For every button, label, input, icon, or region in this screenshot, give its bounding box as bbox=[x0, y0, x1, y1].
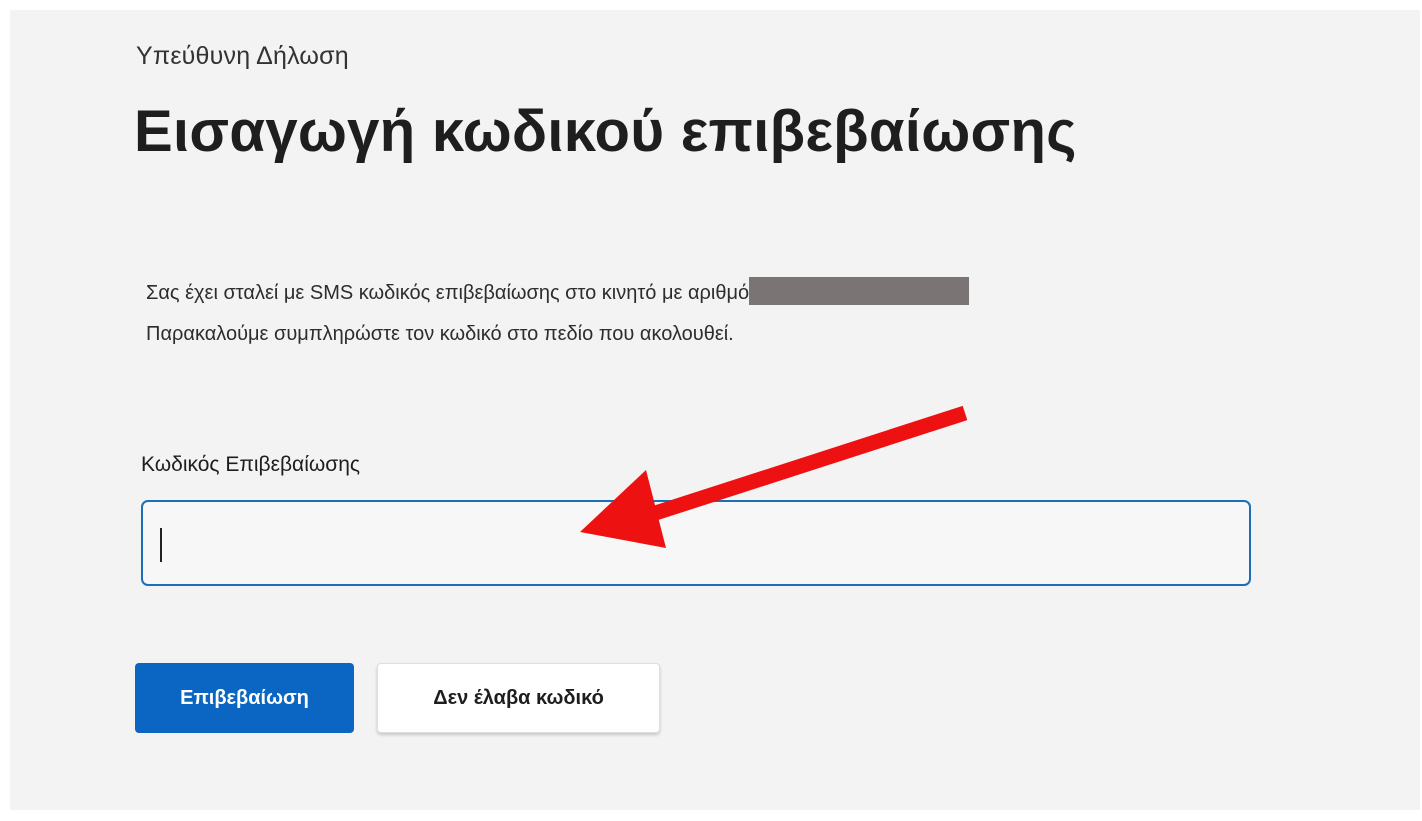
redacted-phone-number bbox=[749, 277, 970, 305]
instructions-line-2: Παρακαλούμε συμπληρώστε τον κωδικό στο π… bbox=[146, 323, 734, 345]
verification-code-input[interactable] bbox=[141, 500, 1251, 586]
code-field-label: Κωδικός Επιβεβαίωσης bbox=[141, 453, 361, 476]
confirm-button[interactable]: Επιβεβαίωση bbox=[135, 663, 354, 733]
service-caption: Υπεύθυνη Δήλωση bbox=[136, 42, 349, 70]
instructions-line-1: Σας έχει σταλεί με SMS κωδικός επιβεβαίω… bbox=[146, 273, 970, 314]
page-title: Εισαγωγή κωδικού επιβεβαίωσης bbox=[134, 99, 1077, 164]
sms-sent-text: Σας έχει σταλεί με SMS κωδικός επιβεβαίω… bbox=[146, 282, 750, 304]
code-not-received-button[interactable]: Δεν έλαβα κωδικό bbox=[377, 663, 660, 733]
text-caret bbox=[160, 528, 162, 562]
instructions: Σας έχει σταλεί με SMS κωδικός επιβεβαίω… bbox=[146, 273, 970, 355]
